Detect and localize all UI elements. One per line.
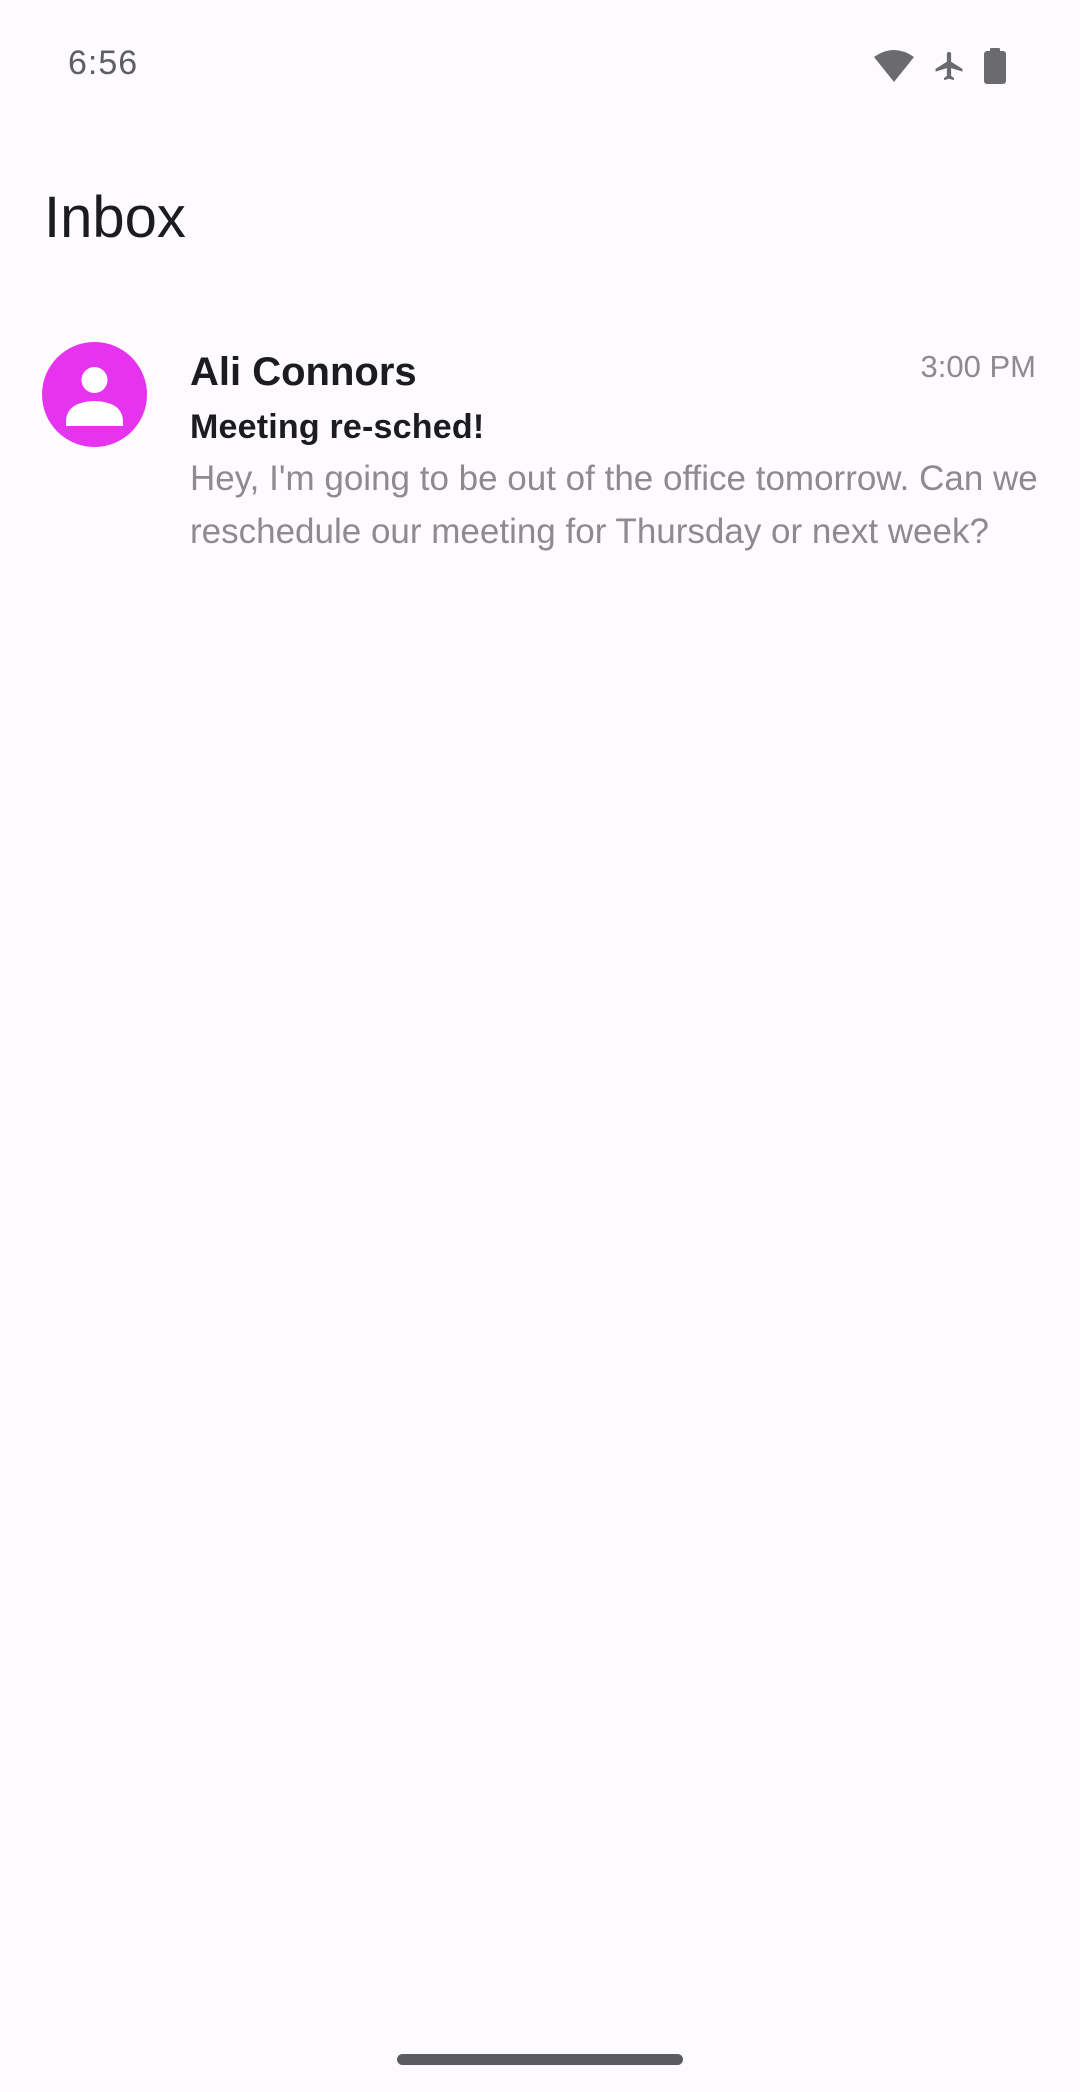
message-list[interactable]: Ali Connors 3:00 PM Meeting re-sched! He… bbox=[0, 334, 1080, 564]
message-list-item[interactable]: Ali Connors 3:00 PM Meeting re-sched! He… bbox=[0, 334, 1080, 564]
message-preview: Hey, I'm going to be out of the office t… bbox=[190, 459, 1038, 551]
battery-icon bbox=[984, 48, 1006, 84]
person-icon bbox=[42, 342, 147, 447]
status-icons bbox=[874, 48, 1006, 84]
status-bar: 6:56 bbox=[0, 0, 1080, 132]
airplane-mode-icon bbox=[932, 48, 966, 84]
wifi-icon bbox=[874, 49, 914, 83]
avatar bbox=[42, 342, 147, 447]
gesture-nav-handle[interactable] bbox=[397, 2054, 683, 2065]
message-time: 3:00 PM bbox=[920, 349, 1036, 384]
status-time: 6:56 bbox=[68, 44, 139, 82]
page-title: Inbox bbox=[44, 185, 186, 250]
message-subject: Meeting re-sched! bbox=[190, 408, 485, 446]
sender-name: Ali Connors bbox=[190, 350, 417, 394]
